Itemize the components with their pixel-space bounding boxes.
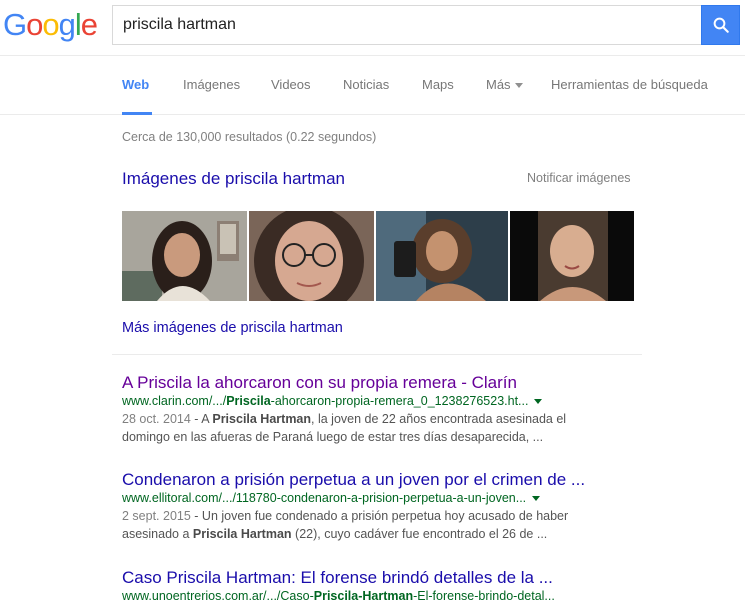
url-part: www.clarin.com/.../ [122, 394, 227, 408]
url-part: -El-forense-brindo-detal... [413, 589, 555, 603]
thumbnail-photo [122, 211, 247, 301]
thumbnail-photo [376, 211, 508, 301]
divider [112, 354, 642, 355]
search-result: A Priscila la ahorcaron con su propia re… [122, 373, 622, 446]
tab-videos[interactable]: Videos [271, 77, 311, 92]
tab-news[interactable]: Noticias [343, 77, 389, 92]
tab-maps[interactable]: Maps [422, 77, 454, 92]
search-result: Caso Priscila Hartman: El forense brindó… [122, 568, 622, 605]
tab-images[interactable]: Imágenes [183, 77, 240, 92]
image-thumbnail[interactable] [249, 211, 374, 301]
search-header: Google [0, 0, 745, 56]
result-url[interactable]: www.unoentrerios.com.ar/.../Caso- Priscil… [122, 588, 622, 605]
google-logo[interactable]: Google [3, 7, 98, 43]
result-stats: Cerca de 130,000 resultados (0.22 segund… [122, 130, 377, 144]
url-part: -ahorcaron-propia-remera_0_1238276523.ht… [270, 394, 529, 408]
tab-web[interactable]: Web [122, 77, 149, 92]
search-icon [713, 17, 729, 33]
search-input[interactable] [113, 6, 702, 44]
url-part-bold: Priscila-Hartman [313, 589, 414, 603]
url-part: www.ellitoral.com/.../118780-condenaron-… [122, 491, 527, 505]
snippet-text: (22), cuyo cadáver fue encontrado el 26 … [291, 527, 548, 541]
result-title-link[interactable]: Caso Priscila Hartman: El forense brindó… [122, 568, 622, 588]
result-title-link[interactable]: Condenaron a prisión perpetua a un joven… [122, 470, 622, 490]
image-thumbnail[interactable] [376, 211, 508, 301]
image-thumbnail[interactable] [510, 211, 634, 301]
logo-letter: o [26, 7, 43, 42]
active-tab-indicator [122, 112, 152, 115]
tab-more-label: Más [486, 77, 511, 92]
result-snippet: 2 sept. 2015 - Un joven fue condenado a … [122, 507, 622, 543]
image-pack-heading[interactable]: Imágenes de priscila hartman [122, 169, 345, 189]
chevron-down-icon [514, 83, 523, 89]
logo-letter: e [80, 7, 98, 42]
search-tabs: Web Imágenes Videos Noticias Maps Más He… [0, 57, 745, 115]
snippet-text: - Un joven fue condenado a prisión perpe… [190, 509, 569, 523]
result-url[interactable]: www.clarin.com/.../Priscila -ahorcaron-pr… [122, 393, 622, 410]
result-title-link[interactable]: A Priscila la ahorcaron con su propia re… [122, 373, 622, 393]
thumbnail-photo [249, 211, 374, 301]
thumbnail-photo [510, 211, 634, 301]
search-result: Condenaron a prisión perpetua a un joven… [122, 470, 622, 543]
snippet-text: asesinado a [122, 527, 193, 541]
url-menu-arrow-icon[interactable] [532, 496, 541, 501]
result-snippet: 28 oct. 2014 - A Priscila Hartman, la jo… [122, 410, 622, 446]
url-menu-arrow-icon[interactable] [534, 399, 543, 404]
snippet-text: - A [190, 412, 213, 426]
url-part-bold: Priscila [226, 394, 271, 408]
logo-letter: G [3, 7, 27, 42]
search-box [112, 5, 702, 45]
image-thumbnail[interactable] [122, 211, 247, 301]
snippet-text: domingo en las afueras de Paraná luego d… [122, 430, 544, 444]
tab-search-tools[interactable]: Herramientas de búsqueda [551, 77, 708, 92]
logo-letter: g [58, 7, 76, 42]
more-images-link[interactable]: Más imágenes de priscila hartman [122, 320, 343, 336]
snippet-text: , la joven de 22 años encontrada asesina… [311, 412, 567, 426]
logo-letter: o [42, 7, 59, 42]
url-part: www.unoentrerios.com.ar/.../Caso- [122, 589, 314, 603]
search-button[interactable] [701, 5, 740, 45]
snippet-bold: Priscila Hartman [192, 527, 292, 541]
result-url[interactable]: www.ellitoral.com/.../118780-condenaron-… [122, 490, 622, 507]
result-date: 28 oct. 2014 [122, 412, 191, 426]
result-date: 2 sept. 2015 [122, 509, 191, 523]
snippet-bold: Priscila Hartman [212, 412, 312, 426]
notify-images-link[interactable]: Notificar imágenes [527, 171, 631, 185]
tab-more[interactable]: Más [486, 77, 523, 92]
